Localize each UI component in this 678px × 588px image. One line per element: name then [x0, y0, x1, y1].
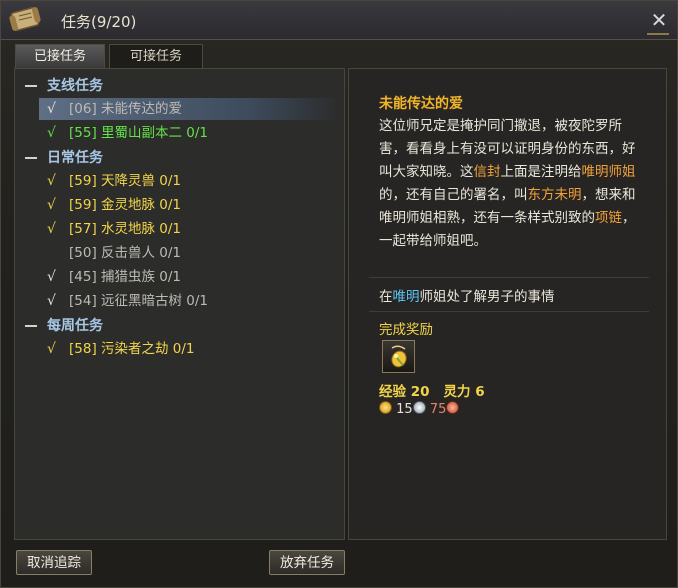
cancel-track-button[interactable]: 取消追踪 — [16, 550, 92, 575]
quest-row[interactable]: √ [57] 水灵地脉 0/1 — [39, 218, 339, 240]
abandon-quest-button[interactable]: 放弃任务 — [269, 550, 345, 575]
tab-available[interactable]: 可接任务 — [109, 44, 203, 68]
desc-text: 上面是注明给 — [500, 164, 582, 180]
quest-label: [06] 未能传达的爱 — [69, 101, 183, 117]
divider — [369, 311, 649, 312]
gold-coin-icon — [379, 401, 392, 414]
collapse-icon — [25, 157, 37, 159]
quest-label: [59] 金灵地脉 0/1 — [69, 197, 182, 213]
check-icon: √ — [47, 341, 56, 357]
objective-text: 师姐处了解男子的事情 — [419, 289, 555, 305]
collapse-icon — [25, 325, 37, 327]
desc-highlight: 信封 — [473, 164, 501, 180]
tab-accepted[interactable]: 已接任务 — [15, 44, 105, 68]
category-label: 支线任务 — [47, 78, 103, 94]
gold-amount: 15 — [396, 402, 413, 417]
reward-title: 完成奖励 — [379, 322, 433, 338]
quest-label: [54] 远征黑暗古树 0/1 — [69, 293, 209, 309]
quest-row[interactable]: [50] 反击兽人 0/1 — [39, 242, 339, 264]
category-label: 每周任务 — [47, 318, 103, 334]
close-underline — [647, 33, 669, 35]
copper-coin-icon — [446, 401, 460, 414]
check-icon: √ — [47, 269, 56, 285]
desc-highlight: 东方未明 — [527, 187, 582, 203]
quest-window: 任务(9/20) ✕ 已接任务 可接任务 支线任务 √ [06] 未能传达的爱 √… — [0, 0, 678, 588]
quest-row[interactable]: √ [59] 天降灵兽 0/1 — [39, 170, 339, 192]
quest-row[interactable]: √ [06] 未能传达的爱 — [39, 98, 339, 120]
objective-npc-link[interactable]: 唯明 — [393, 289, 420, 305]
silver-coin-icon — [412, 401, 426, 414]
reward-stats: 经验 20 灵力 6 — [379, 380, 499, 400]
desc-highlight: 项链 — [595, 210, 622, 226]
necklace-icon — [391, 345, 407, 368]
quest-detail-title: 未能传达的爱 — [379, 96, 463, 112]
reward-exp: 经验 20 — [379, 384, 430, 400]
quest-label: [45] 捕猎虫族 0/1 — [69, 269, 182, 285]
reward-item-slot[interactable] — [382, 340, 415, 373]
quest-list-panel: 支线任务 √ [06] 未能传达的爱 √ [55] 里蜀山副本二 0/1 日常任务 … — [14, 68, 345, 540]
check-icon: √ — [47, 293, 56, 309]
divider — [369, 277, 649, 278]
reward-spirit: 灵力 6 — [443, 384, 485, 400]
check-icon: √ — [47, 221, 56, 237]
reward-money: 15 75 — [379, 401, 460, 417]
category-weekly[interactable]: 每周任务 — [25, 315, 103, 337]
quest-label: [57] 水灵地脉 0/1 — [69, 221, 182, 237]
copper-amount: 75 — [429, 402, 447, 417]
quest-objective: 在唯明师姐处了解男子的事情 — [379, 285, 555, 305]
quest-row[interactable]: √ [45] 捕猎虫族 0/1 — [39, 266, 339, 288]
objective-text: 在 — [379, 289, 393, 305]
desc-highlight: 唯明师姐 — [581, 164, 636, 180]
quest-label: [59] 天降灵兽 0/1 — [69, 173, 182, 189]
quest-row[interactable]: √ [59] 金灵地脉 0/1 — [39, 194, 339, 216]
category-daily[interactable]: 日常任务 — [25, 147, 103, 169]
scroll-icon — [9, 6, 41, 32]
close-icon[interactable]: ✕ — [649, 10, 669, 30]
collapse-icon — [25, 85, 37, 87]
quest-label: [50] 反击兽人 0/1 — [69, 245, 182, 261]
category-label: 日常任务 — [47, 150, 103, 166]
quest-row[interactable]: √ [58] 污染者之劫 0/1 — [39, 338, 339, 360]
title-bar[interactable]: 任务(9/20) ✕ — [1, 1, 677, 40]
quest-label: [58] 污染者之劫 0/1 — [69, 341, 195, 357]
desc-text: 的，还有自己的署名，叫 — [379, 187, 528, 203]
quest-label: [55] 里蜀山副本二 0/1 — [69, 125, 209, 141]
check-icon: √ — [47, 173, 56, 189]
quest-detail-panel: 未能传达的爱 这位师兄定是掩护同门撤退，被夜陀罗所害，看看身上有没可以证明身份的… — [348, 68, 667, 540]
quest-row[interactable]: √ [54] 远征黑暗古树 0/1 — [39, 290, 339, 312]
check-icon: √ — [47, 101, 56, 117]
window-title: 任务(9/20) — [61, 13, 137, 31]
quest-description: 这位师兄定是掩护同门撤退，被夜陀罗所害，看看身上有没可以证明身份的东西，好叫大家… — [379, 115, 643, 253]
quest-row[interactable]: √ [55] 里蜀山副本二 0/1 — [39, 122, 339, 144]
check-icon: √ — [47, 125, 56, 141]
category-branch[interactable]: 支线任务 — [25, 75, 103, 97]
check-icon: √ — [47, 197, 56, 213]
